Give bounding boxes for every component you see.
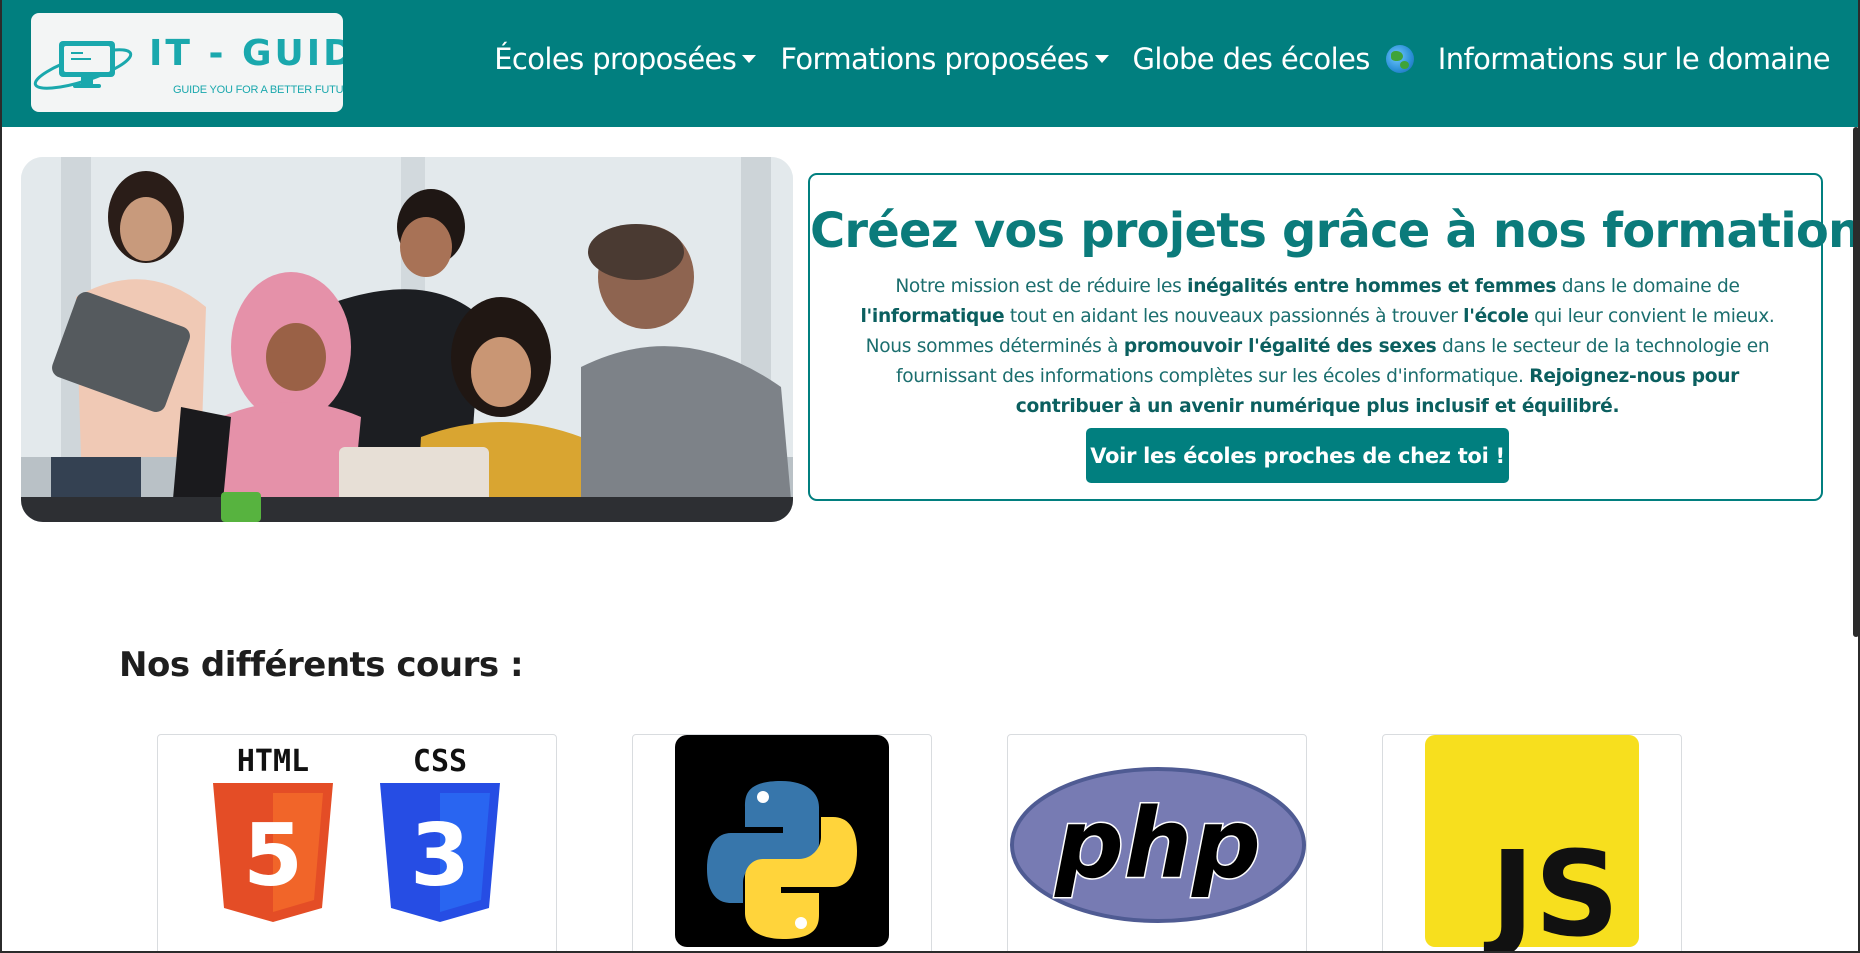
nearby-schools-button[interactable]: Voir les écoles proches de chez toi !: [1086, 428, 1509, 483]
page-scrollbar[interactable]: [1853, 127, 1859, 637]
php-wordmark: php: [1054, 788, 1261, 900]
hero-title: Créez vos projets grâce à nos formations: [810, 203, 1860, 259]
navbar: IT - GUIDE GUIDE YOU FOR A BETTER FUTURE…: [0, 0, 1860, 127]
mission-text: tout en aidant les nouveaux passionnés à…: [1004, 306, 1464, 327]
mission-highlight: l'école: [1463, 306, 1529, 327]
laptop-orbit-icon: [33, 41, 133, 90]
nav-globe-link[interactable]: Globe des écoles: [1133, 42, 1414, 76]
brand-logo[interactable]: IT - GUIDE GUIDE YOU FOR A BETTER FUTURE: [31, 13, 343, 112]
nav-ecoles-dropdown[interactable]: Écoles proposées: [494, 42, 757, 76]
mission-text: dans le domaine de: [1556, 276, 1740, 297]
brand-name: IT - GUIDE: [149, 33, 343, 74]
course-card-python[interactable]: [632, 734, 932, 953]
hero-photo-team: [21, 157, 793, 522]
mission-paragraph: Notre mission est de réduire les inégali…: [840, 272, 1795, 422]
css3-badge: 3: [410, 806, 470, 906]
mission-highlight: promouvoir l'égalité des sexes: [1123, 336, 1437, 357]
globe-icon: [1385, 45, 1414, 73]
nav-globe-label: Globe des écoles: [1132, 42, 1371, 76]
mission-text: Notre mission est de réduire les: [895, 276, 1188, 297]
html-css-logo: HTML 5 CSS 3: [213, 744, 500, 922]
caret-down-icon: [1094, 55, 1109, 63]
php-logo: php: [1010, 767, 1306, 923]
courses-heading: Nos différents cours :: [119, 645, 524, 685]
brand-tagline: GUIDE YOU FOR A BETTER FUTURE: [173, 84, 343, 96]
mission-highlight: inégalités entre hommes et femmes: [1187, 276, 1557, 297]
course-card-javascript[interactable]: JS: [1382, 734, 1682, 953]
nav-informations-link[interactable]: Informations sur le domaine: [1437, 42, 1831, 76]
nav-ecoles-label: Écoles proposées: [494, 42, 737, 76]
nav-formations-dropdown[interactable]: Formations proposées: [780, 42, 1109, 76]
caret-down-icon: [742, 55, 757, 63]
html5-badge: 5: [243, 806, 303, 906]
mission-highlight: l'informatique: [860, 306, 1005, 327]
course-card-html-css[interactable]: HTML 5 CSS 3: [157, 734, 557, 953]
main-nav: Écoles proposées Formations proposées Gl…: [470, 42, 1830, 76]
css-label: CSS: [413, 744, 467, 779]
nav-formations-label: Formations proposées: [780, 42, 1089, 76]
javascript-logo: JS: [1425, 735, 1639, 953]
course-card-php[interactable]: php: [1007, 734, 1307, 953]
nav-informations-label: Informations sur le domaine: [1437, 42, 1831, 76]
python-logo: [675, 735, 889, 947]
mission-card: Créez vos projets grâce à nos formations…: [808, 173, 1860, 501]
js-wordmark: JS: [1484, 825, 1620, 953]
team-photo-illustration: [21, 157, 793, 522]
html-label: HTML: [237, 744, 309, 779]
